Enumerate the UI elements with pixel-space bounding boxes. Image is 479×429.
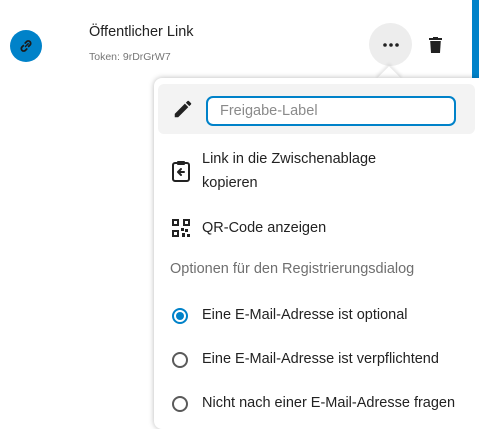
radio-email-not-asked[interactable]: Nicht nach einer E-Mail-Adresse fragen [154,389,475,419]
share-actions-menu: Link in die Zwischenablage kopieren QR-C… [154,78,479,429]
more-actions-button[interactable] [369,23,412,66]
qr-code-icon [170,217,192,239]
clipboard-icon [170,160,192,182]
share-token: Token: 9rDrGrW7 [89,51,171,63]
share-title: Öffentlicher Link [89,24,194,40]
radio-button[interactable] [172,396,188,412]
registration-options-caption: Optionen für den Registrierungsdialog [170,261,415,277]
radio-button[interactable] [172,352,188,368]
copy-link-label-line1: Link in die Zwischenablage [202,151,377,167]
radio-email-optional[interactable]: Eine E-Mail-Adresse ist optional [154,301,475,331]
share-label-input[interactable] [206,96,456,126]
show-qr-code-menu-item[interactable]: QR-Code anzeigen [154,212,475,244]
label-input-row [158,84,475,134]
trash-icon [428,37,442,53]
pencil-icon [174,100,192,118]
copy-link-label-line2: kopieren [202,175,258,191]
show-qr-code-label: QR-Code anzeigen [202,220,327,236]
radio-button-checked[interactable] [172,308,188,324]
radio-email-not-asked-label: Nicht nach einer E-Mail-Adresse fragen [202,395,456,411]
copy-link-menu-item[interactable]: Link in die Zwischenablage kopieren [154,142,475,200]
dots-horizontal-icon [382,42,399,47]
radio-email-required-label: Eine E-Mail-Adresse ist verpflichtend [202,351,439,367]
radio-email-required[interactable]: Eine E-Mail-Adresse ist verpflichtend [154,345,475,375]
radio-email-optional-label: Eine E-Mail-Adresse ist optional [202,307,408,323]
link-icon [10,30,42,62]
delete-share-button[interactable] [421,31,449,59]
